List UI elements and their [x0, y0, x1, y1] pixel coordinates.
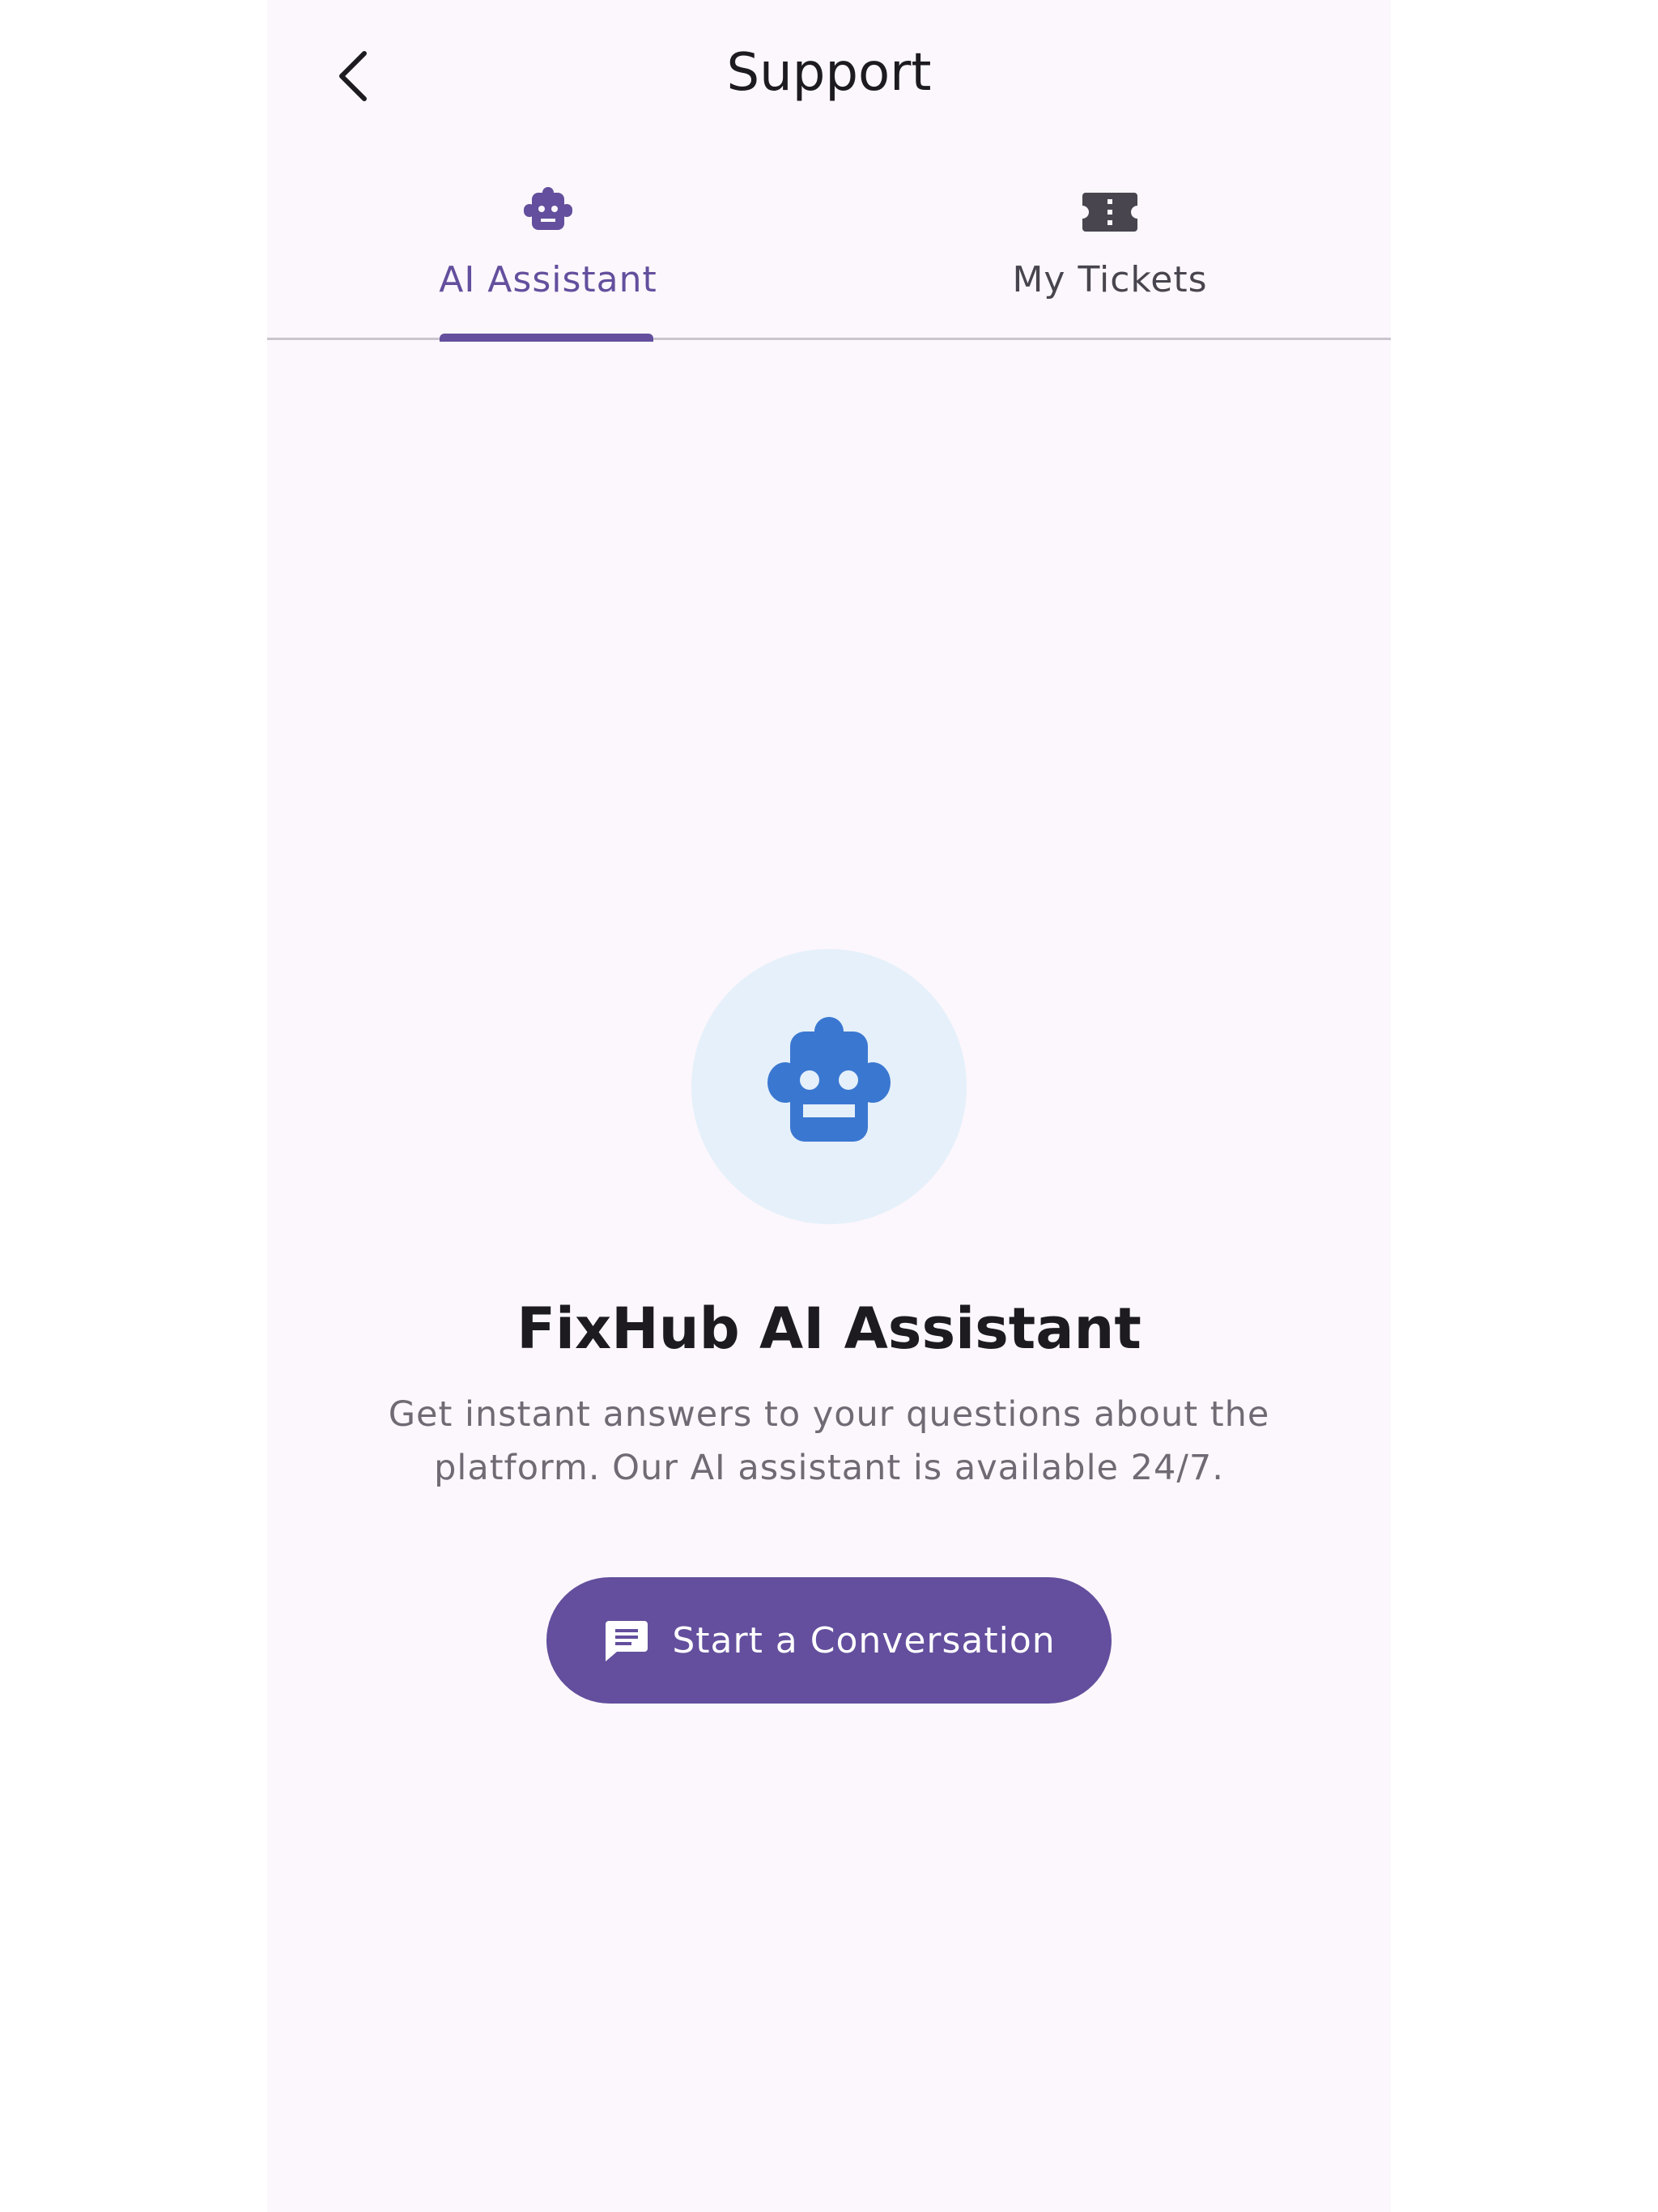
tab-my-tickets[interactable]: My Tickets	[829, 154, 1391, 338]
page-title: Support	[726, 43, 932, 103]
robot-icon	[524, 187, 572, 230]
cta-label: Start a Conversation	[672, 1619, 1056, 1661]
start-conversation-button[interactable]: Start a Conversation	[546, 1577, 1112, 1704]
hero-description: Get instant answers to your questions ab…	[388, 1394, 1270, 1488]
robot-icon	[767, 1017, 891, 1142]
tab-ai-assistant[interactable]: AI Assistant	[267, 154, 829, 338]
ticket-icon	[1082, 193, 1137, 232]
tab-label: AI Assistant	[439, 259, 657, 300]
hero-title: FixHub AI Assistant	[517, 1295, 1141, 1362]
assistant-avatar	[691, 949, 967, 1224]
app-bar: Support	[267, 0, 1391, 146]
active-tab-indicator	[440, 334, 653, 342]
tab-bar: AI Assistant My Tickets	[267, 154, 1391, 342]
chat-icon	[606, 1621, 648, 1661]
tab-label: My Tickets	[1012, 259, 1208, 300]
support-screen: Support AI Assistant My Tickets FixHub A…	[267, 0, 1391, 2212]
